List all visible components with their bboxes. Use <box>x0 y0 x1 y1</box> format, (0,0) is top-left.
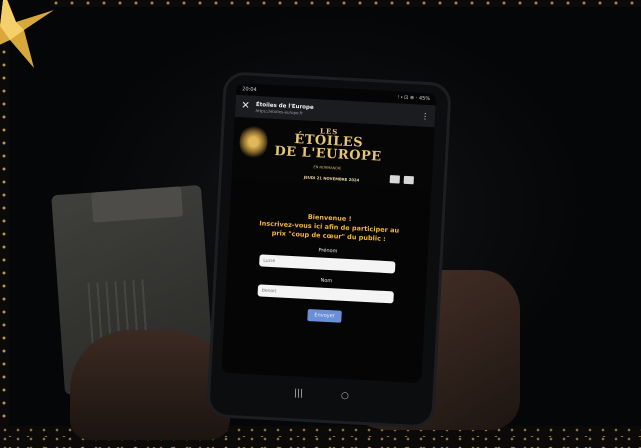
firstname-label: Prénom <box>318 247 338 255</box>
left-hand <box>70 330 230 440</box>
home-button[interactable]: ○ <box>341 391 349 401</box>
sparkle-border-left <box>0 20 9 448</box>
partner-logo-icon <box>389 175 400 184</box>
event-subtitle: EN NORMANDIE <box>313 165 342 171</box>
signup-form: Bienvenue ! Inscrivez-vous ici afin de p… <box>224 179 431 328</box>
smartphone: 20:04 ⁝ ⬩ ⊡ ⊕ · 45% ✕ Étoiles de l'Europ… <box>209 74 449 426</box>
sparkle-border-top <box>50 0 641 7</box>
status-icons: ⁝ ⬩ ⊡ ⊕ · 45% <box>397 94 431 103</box>
lastname-input[interactable] <box>257 284 394 304</box>
gold-star-icon <box>0 0 54 68</box>
partner-logo-icon <box>403 175 414 185</box>
event-title: LES ÉTOILES DE L'EUROPE <box>273 125 385 164</box>
more-options-icon[interactable]: ⋮ <box>421 111 429 120</box>
close-icon[interactable]: ✕ <box>241 100 250 111</box>
recent-apps-button[interactable]: ||| <box>294 388 304 398</box>
event-date: JEUDI 21 NOVEMBRE 2024 <box>303 174 360 183</box>
submit-button[interactable]: Envoyer <box>307 309 343 324</box>
firstname-input[interactable] <box>259 254 396 274</box>
event-banner: LES ÉTOILES DE L'EUROPE EN NORMANDIE JEU… <box>231 116 435 190</box>
event-logo-icon <box>238 123 269 161</box>
status-time: 20:04 <box>242 86 257 93</box>
lastname-label: Nom <box>320 277 333 285</box>
photo-scene: 20:04 ⁝ ⬩ ⊡ ⊕ · 45% ✕ Étoiles de l'Europ… <box>0 0 641 448</box>
phone-screen: 20:04 ⁝ ⬩ ⊡ ⊕ · 45% ✕ Étoiles de l'Europ… <box>221 82 437 384</box>
welcome-text: Bienvenue ! Inscrivez-vous ici afin de p… <box>229 209 430 246</box>
android-nav-bar: ||| ○ <box>210 384 432 406</box>
browser-title-group: Étoiles de l'Europe https://etoiles-euro… <box>255 101 415 120</box>
card-header <box>91 186 183 223</box>
